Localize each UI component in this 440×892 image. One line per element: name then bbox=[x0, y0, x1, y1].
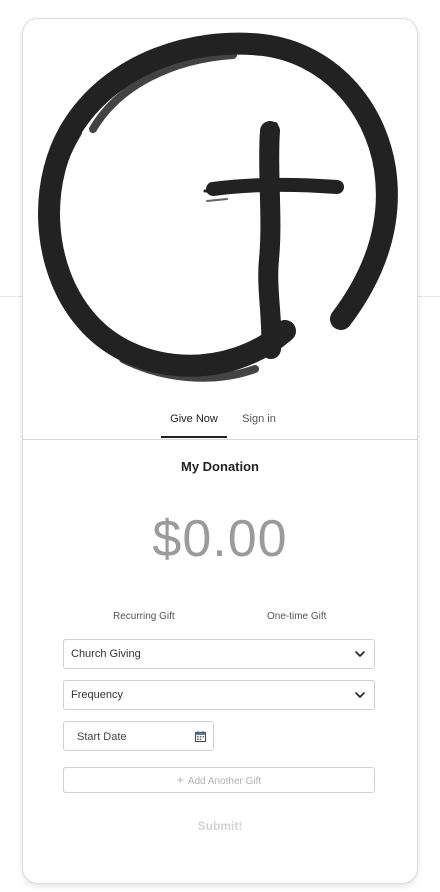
add-another-gift-label: Add Another Gift bbox=[187, 776, 262, 787]
tab-give-now[interactable]: Give Now bbox=[161, 413, 227, 425]
add-another-gift-button[interactable]: + Add Another Gift bbox=[63, 767, 375, 793]
chevron-down-icon bbox=[355, 651, 365, 657]
fund-select-value: Church Giving bbox=[71, 648, 141, 660]
tab-bar: Give Now Sign in bbox=[23, 403, 417, 440]
frequency-select[interactable]: Frequency bbox=[63, 680, 375, 710]
recurring-gift-option[interactable]: Recurring Gift bbox=[113, 611, 175, 622]
fund-select[interactable]: Church Giving bbox=[63, 639, 375, 669]
donation-card: Give Now Sign in My Donation $0.00 Recur… bbox=[22, 18, 418, 884]
one-time-gift-option[interactable]: One-time Gift bbox=[267, 611, 326, 622]
calendar-icon[interactable] bbox=[195, 731, 206, 742]
chevron-down-icon bbox=[355, 692, 365, 698]
plus-icon: + bbox=[176, 773, 184, 787]
submit-button[interactable]: Submit! bbox=[23, 819, 417, 833]
cross-circle-logo-icon bbox=[38, 32, 398, 382]
donation-amount[interactable]: $0.00 bbox=[23, 509, 417, 569]
church-logo bbox=[23, 19, 417, 399]
start-date-input[interactable]: Start Date bbox=[63, 721, 214, 751]
frequency-select-value: Frequency bbox=[71, 689, 123, 701]
active-tab-indicator bbox=[161, 436, 227, 438]
start-date-placeholder: Start Date bbox=[77, 731, 127, 743]
tab-sign-in[interactable]: Sign in bbox=[231, 413, 287, 425]
donation-title: My Donation bbox=[181, 459, 259, 474]
